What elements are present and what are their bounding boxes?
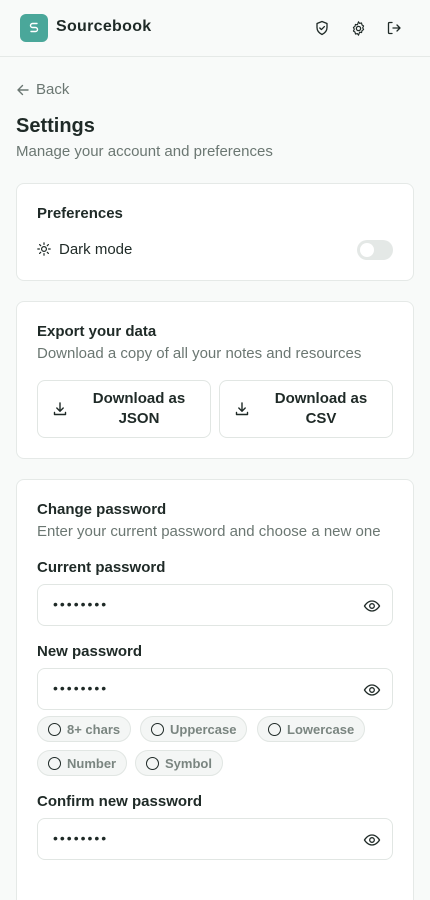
current-password-field[interactable]: •••••••• [37,584,393,626]
requirement-chip: Symbol [135,750,223,776]
download-icon [235,402,249,416]
preferences-title: Preferences [37,205,123,222]
download-json-button[interactable]: Download as JSON [37,380,211,438]
page-subtitle: Manage your account and preferences [16,143,273,160]
gear-icon[interactable] [348,18,368,38]
logout-icon[interactable] [384,18,404,38]
requirement-chip: Lowercase [257,716,366,742]
page-title: Settings [16,115,95,137]
download-icon [53,402,67,416]
confirm-password-value: •••••••• [53,830,109,846]
requirement-label: Symbol [165,755,212,771]
dark-mode-toggle[interactable] [357,240,393,260]
circle-icon [151,722,164,736]
circle-icon [48,756,61,770]
export-card: Export your data Download a copy of all … [16,301,414,459]
shield-check-icon[interactable] [312,18,332,38]
confirm-password-label: Confirm new password [37,793,203,810]
arrow-left-icon [17,84,29,95]
change-password-title: Change password [37,501,167,518]
dark-mode-label: Dark mode [59,241,133,258]
sun-icon [37,242,51,256]
requirement-chip: 8+ chars [37,716,132,742]
new-password-value: •••••••• [53,680,109,696]
change-password-description: Enter your current password and choose a… [37,523,381,540]
requirement-chip: Uppercase [140,716,248,742]
download-csv-button[interactable]: Download as CSV [219,380,393,438]
requirement-label: Number [67,755,117,771]
app-name: Sourcebook [56,18,152,35]
app-header: Sourcebook [0,0,430,57]
back-link[interactable]: Back [16,81,69,98]
circle-icon [48,722,61,736]
preferences-card: Preferences Dark mode [16,183,414,281]
requirement-chip: Number [37,750,128,776]
circle-icon [146,756,159,770]
change-password-card: Change password Enter your current passw… [16,479,414,900]
circle-icon [268,722,281,736]
requirement-label: Uppercase [170,721,237,737]
export-description: Download a copy of all your notes and re… [37,345,362,362]
current-password-value: •••••••• [53,596,109,612]
back-label: Back [36,81,70,98]
download-json-label: Download as JSON [92,390,186,427]
current-password-label: Current password [37,559,166,576]
requirement-label: 8+ chars [67,721,121,737]
requirement-label: Lowercase [287,721,355,737]
export-title: Export your data [37,323,157,340]
eye-icon[interactable] [363,831,381,849]
toggle-knob [360,243,374,257]
new-password-label: New password [37,643,143,660]
eye-icon[interactable] [363,597,381,615]
confirm-password-field[interactable]: •••••••• [37,818,393,860]
new-password-field[interactable]: •••••••• [37,668,393,710]
eye-icon[interactable] [363,681,381,699]
logo-icon[interactable] [20,14,48,42]
download-csv-label: Download as CSV [274,390,368,427]
